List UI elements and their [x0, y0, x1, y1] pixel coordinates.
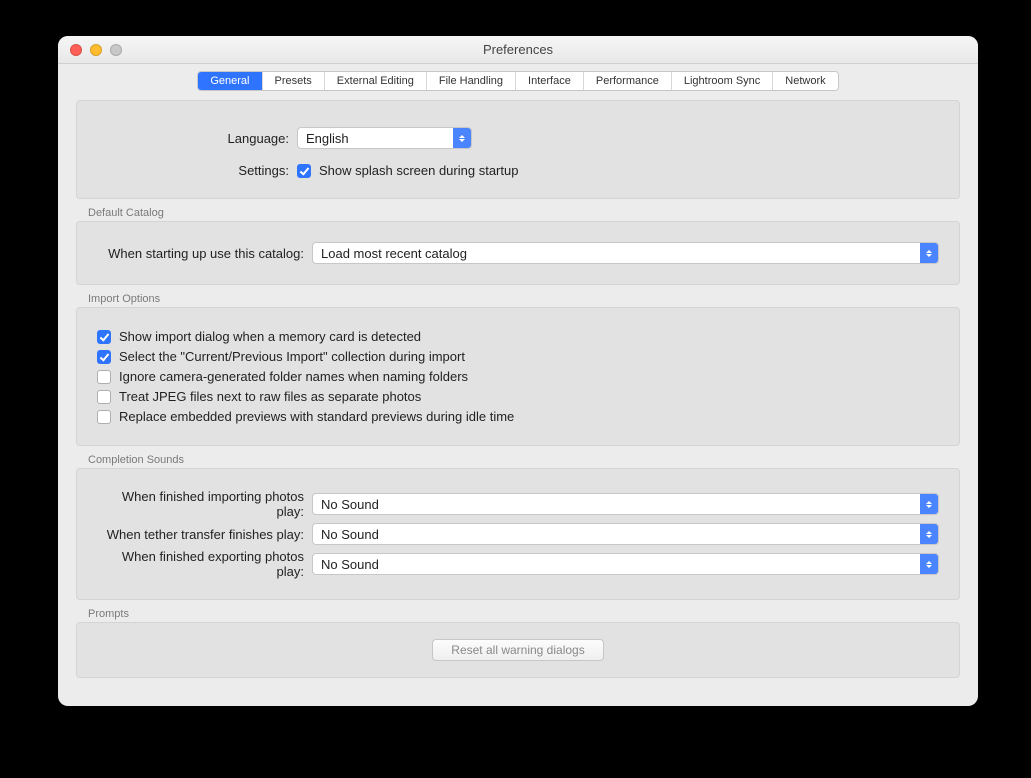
window-title: Preferences — [58, 42, 978, 57]
sound-export-value: No Sound — [321, 557, 379, 572]
section-import-options: Import Options — [88, 293, 960, 305]
stepper-icon — [920, 554, 938, 574]
tab-presets[interactable]: Presets — [263, 72, 325, 90]
close-icon[interactable] — [70, 44, 82, 56]
language-value: English — [306, 131, 349, 146]
sound-import-label: When finished importing photos play: — [97, 489, 312, 519]
sound-import-value: No Sound — [321, 497, 379, 512]
splash-checkbox[interactable] — [297, 164, 311, 178]
tab-performance[interactable]: Performance — [584, 72, 672, 90]
sound-import-select[interactable]: No Sound — [312, 493, 939, 515]
sound-export-label: When finished exporting photos play: — [97, 549, 312, 579]
import-opt-0-checkbox[interactable] — [97, 330, 111, 344]
reset-warnings-button[interactable]: Reset all warning dialogs — [432, 639, 603, 661]
panel-import-options: Show import dialog when a memory card is… — [76, 307, 960, 446]
tab-file-handling[interactable]: File Handling — [427, 72, 516, 90]
import-opt-0-label: Show import dialog when a memory card is… — [119, 329, 421, 344]
panel-completion-sounds: When finished importing photos play: No … — [76, 468, 960, 600]
language-label: Language: — [97, 131, 297, 146]
tab-general[interactable]: General — [198, 72, 262, 90]
import-opt-3-checkbox[interactable] — [97, 390, 111, 404]
tab-external-editing[interactable]: External Editing — [325, 72, 427, 90]
section-prompts: Prompts — [88, 608, 960, 620]
stepper-icon — [920, 524, 938, 544]
tabs-segmented: General Presets External Editing File Ha… — [197, 71, 838, 91]
panel-general-top: Language: English Settings: Show splash … — [76, 100, 960, 199]
splash-checkbox-label: Show splash screen during startup — [319, 163, 518, 178]
preferences-window: Preferences General Presets External Edi… — [58, 36, 978, 706]
content-area: Language: English Settings: Show splash … — [58, 92, 978, 704]
section-completion-sounds: Completion Sounds — [88, 454, 960, 466]
stepper-icon — [920, 243, 938, 263]
import-opt-2-checkbox[interactable] — [97, 370, 111, 384]
import-opt-4-label: Replace embedded previews with standard … — [119, 409, 514, 424]
sound-tether-select[interactable]: No Sound — [312, 523, 939, 545]
tab-lightroom-sync[interactable]: Lightroom Sync — [672, 72, 773, 90]
import-opt-3-label: Treat JPEG files next to raw files as se… — [119, 389, 421, 404]
tab-network[interactable]: Network — [773, 72, 837, 90]
panel-prompts: Reset all warning dialogs — [76, 622, 960, 678]
tab-interface[interactable]: Interface — [516, 72, 584, 90]
tab-bar: General Presets External Editing File Ha… — [58, 64, 978, 92]
language-select[interactable]: English — [297, 127, 472, 149]
stepper-icon — [453, 128, 471, 148]
stepper-icon — [920, 494, 938, 514]
maximize-icon[interactable] — [110, 44, 122, 56]
minimize-icon[interactable] — [90, 44, 102, 56]
startup-catalog-label: When starting up use this catalog: — [97, 246, 312, 261]
traffic-lights — [58, 44, 122, 56]
settings-label: Settings: — [97, 163, 297, 178]
titlebar: Preferences — [58, 36, 978, 64]
sound-export-select[interactable]: No Sound — [312, 553, 939, 575]
import-opt-1-checkbox[interactable] — [97, 350, 111, 364]
startup-catalog-value: Load most recent catalog — [321, 246, 467, 261]
sound-tether-value: No Sound — [321, 527, 379, 542]
sound-tether-label: When tether transfer finishes play: — [97, 527, 312, 542]
panel-default-catalog: When starting up use this catalog: Load … — [76, 221, 960, 285]
section-default-catalog: Default Catalog — [88, 207, 960, 219]
import-opt-2-label: Ignore camera-generated folder names whe… — [119, 369, 468, 384]
import-opt-1-label: Select the "Current/Previous Import" col… — [119, 349, 465, 364]
import-opt-4-checkbox[interactable] — [97, 410, 111, 424]
startup-catalog-select[interactable]: Load most recent catalog — [312, 242, 939, 264]
